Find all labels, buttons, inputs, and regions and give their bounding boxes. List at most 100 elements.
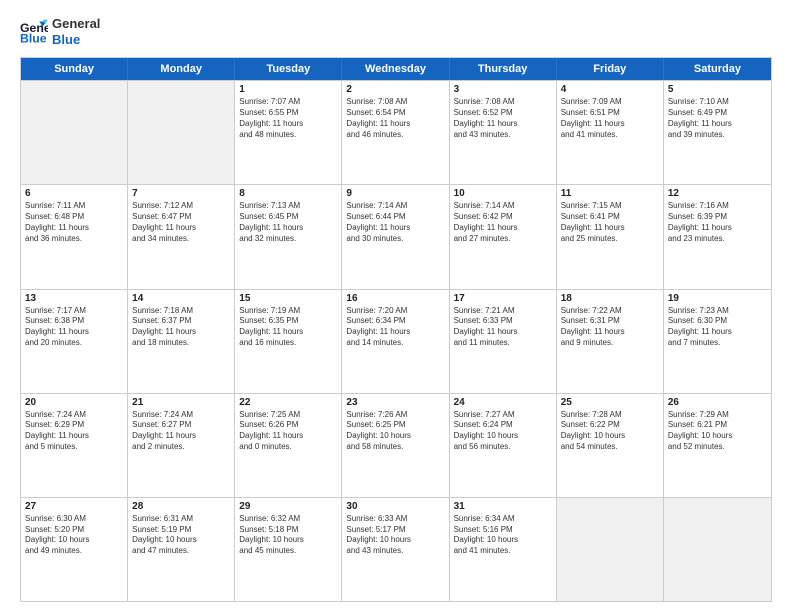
calendar-cell: 5 Sunrise: 7:10 AM Sunset: 6:49 PM Daylig… — [664, 81, 771, 184]
calendar-body: 1Sunrise: 7:07 AM Sunset: 6:55 PM Daylig… — [21, 80, 771, 601]
calendar-cell: 21 Sunrise: 7:24 AM Sunset: 6:27 PM Dayli… — [128, 394, 235, 497]
calendar-row-3: 20 Sunrise: 7:24 AM Sunset: 6:29 PM Dayli… — [21, 393, 771, 497]
day-number: 10 — [454, 188, 552, 199]
calendar-cell: 31 Sunrise: 6:34 AM Sunset: 5:16 PM Dayli… — [450, 498, 557, 601]
calendar-cell: 17 Sunrise: 7:21 AM Sunset: 6:33 PM Dayli… — [450, 290, 557, 393]
logo: General Blue General Blue — [20, 16, 100, 47]
weekday-header-sunday: Sunday — [21, 58, 128, 80]
calendar: SundayMondayTuesdayWednesdayThursdayFrid… — [20, 57, 772, 602]
day-number: 2 — [346, 84, 444, 95]
calendar-cell: 23 Sunrise: 7:26 AM Sunset: 6:25 PM Dayli… — [342, 394, 449, 497]
day-number: 1 — [239, 84, 337, 95]
calendar-cell — [21, 81, 128, 184]
day-number: 29 — [239, 501, 337, 512]
calendar-cell: 20 Sunrise: 7:24 AM Sunset: 6:29 PM Dayli… — [21, 394, 128, 497]
day-number: 30 — [346, 501, 444, 512]
calendar-cell: 27 Sunrise: 6:30 AM Sunset: 5:20 PM Dayli… — [21, 498, 128, 601]
calendar-cell: 22 Sunrise: 7:25 AM Sunset: 6:26 PM Dayli… — [235, 394, 342, 497]
day-number: 8 — [239, 188, 337, 199]
calendar-cell: 30Sunrise: 6:33 AM Sunset: 5:17 PM Dayli… — [342, 498, 449, 601]
day-info: Sunrise: 7:08 AM Sunset: 6:52 PM Dayligh… — [454, 97, 552, 140]
day-number: 28 — [132, 501, 230, 512]
day-info: Sunrise: 7:21 AM Sunset: 6:33 PM Dayligh… — [454, 306, 552, 349]
logo-text-general: General — [52, 16, 100, 32]
calendar-cell: 8 Sunrise: 7:13 AM Sunset: 6:45 PM Daylig… — [235, 185, 342, 288]
calendar-row-1: 6 Sunrise: 7:11 AM Sunset: 6:48 PM Daylig… — [21, 184, 771, 288]
weekday-header-tuesday: Tuesday — [235, 58, 342, 80]
day-info: Sunrise: 7:29 AM Sunset: 6:21 PM Dayligh… — [668, 410, 767, 453]
calendar-cell — [664, 498, 771, 601]
weekday-header-saturday: Saturday — [664, 58, 771, 80]
day-number: 24 — [454, 397, 552, 408]
calendar-cell: 10 Sunrise: 7:14 AM Sunset: 6:42 PM Dayli… — [450, 185, 557, 288]
weekday-header-monday: Monday — [128, 58, 235, 80]
day-number: 15 — [239, 293, 337, 304]
day-number: 11 — [561, 188, 659, 199]
calendar-cell: 2 Sunrise: 7:08 AM Sunset: 6:54 PM Daylig… — [342, 81, 449, 184]
day-info: Sunrise: 7:20 AM Sunset: 6:34 PM Dayligh… — [346, 306, 444, 349]
calendar-cell: 6 Sunrise: 7:11 AM Sunset: 6:48 PM Daylig… — [21, 185, 128, 288]
day-info: Sunrise: 7:24 AM Sunset: 6:27 PM Dayligh… — [132, 410, 230, 453]
logo-text-blue: Blue — [52, 32, 100, 48]
day-number: 26 — [668, 397, 767, 408]
day-info: Sunrise: 7:28 AM Sunset: 6:22 PM Dayligh… — [561, 410, 659, 453]
day-info: Sunrise: 7:08 AM Sunset: 6:54 PM Dayligh… — [346, 97, 444, 140]
day-number: 5 — [668, 84, 767, 95]
day-number: 21 — [132, 397, 230, 408]
calendar-cell: 14Sunrise: 7:18 AM Sunset: 6:37 PM Dayli… — [128, 290, 235, 393]
calendar-cell: 9 Sunrise: 7:14 AM Sunset: 6:44 PM Daylig… — [342, 185, 449, 288]
day-info: Sunrise: 7:14 AM Sunset: 6:42 PM Dayligh… — [454, 201, 552, 244]
day-number: 9 — [346, 188, 444, 199]
calendar-row-4: 27 Sunrise: 6:30 AM Sunset: 5:20 PM Dayli… — [21, 497, 771, 601]
day-info: Sunrise: 7:15 AM Sunset: 6:41 PM Dayligh… — [561, 201, 659, 244]
day-info: Sunrise: 7:26 AM Sunset: 6:25 PM Dayligh… — [346, 410, 444, 453]
day-number: 3 — [454, 84, 552, 95]
day-info: Sunrise: 7:10 AM Sunset: 6:49 PM Dayligh… — [668, 97, 767, 140]
weekday-header-wednesday: Wednesday — [342, 58, 449, 80]
day-info: Sunrise: 7:17 AM Sunset: 6:38 PM Dayligh… — [25, 306, 123, 349]
day-number: 22 — [239, 397, 337, 408]
day-number: 14 — [132, 293, 230, 304]
logo-icon: General Blue — [20, 18, 48, 46]
calendar-cell: 3 Sunrise: 7:08 AM Sunset: 6:52 PM Daylig… — [450, 81, 557, 184]
day-info: Sunrise: 6:30 AM Sunset: 5:20 PM Dayligh… — [25, 514, 123, 557]
day-number: 23 — [346, 397, 444, 408]
day-info: Sunrise: 6:34 AM Sunset: 5:16 PM Dayligh… — [454, 514, 552, 557]
day-number: 27 — [25, 501, 123, 512]
day-info: Sunrise: 7:23 AM Sunset: 6:30 PM Dayligh… — [668, 306, 767, 349]
day-number: 13 — [25, 293, 123, 304]
weekday-header-thursday: Thursday — [450, 58, 557, 80]
day-info: Sunrise: 7:22 AM Sunset: 6:31 PM Dayligh… — [561, 306, 659, 349]
day-info: Sunrise: 7:25 AM Sunset: 6:26 PM Dayligh… — [239, 410, 337, 453]
svg-text:Blue: Blue — [20, 31, 47, 45]
calendar-cell: 1Sunrise: 7:07 AM Sunset: 6:55 PM Daylig… — [235, 81, 342, 184]
day-number: 20 — [25, 397, 123, 408]
calendar-cell: 28Sunrise: 6:31 AM Sunset: 5:19 PM Dayli… — [128, 498, 235, 601]
day-info: Sunrise: 7:11 AM Sunset: 6:48 PM Dayligh… — [25, 201, 123, 244]
day-number: 7 — [132, 188, 230, 199]
day-number: 17 — [454, 293, 552, 304]
day-number: 6 — [25, 188, 123, 199]
calendar-row-2: 13 Sunrise: 7:17 AM Sunset: 6:38 PM Dayli… — [21, 289, 771, 393]
weekday-header-friday: Friday — [557, 58, 664, 80]
day-info: Sunrise: 7:19 AM Sunset: 6:35 PM Dayligh… — [239, 306, 337, 349]
calendar-cell: 13 Sunrise: 7:17 AM Sunset: 6:38 PM Dayli… — [21, 290, 128, 393]
page: General Blue General Blue SundayMondayTu… — [0, 0, 792, 612]
day-number: 4 — [561, 84, 659, 95]
calendar-cell: 4Sunrise: 7:09 AM Sunset: 6:51 PM Daylig… — [557, 81, 664, 184]
day-number: 25 — [561, 397, 659, 408]
day-info: Sunrise: 7:27 AM Sunset: 6:24 PM Dayligh… — [454, 410, 552, 453]
day-info: Sunrise: 6:32 AM Sunset: 5:18 PM Dayligh… — [239, 514, 337, 557]
day-number: 18 — [561, 293, 659, 304]
day-info: Sunrise: 7:16 AM Sunset: 6:39 PM Dayligh… — [668, 201, 767, 244]
day-info: Sunrise: 7:13 AM Sunset: 6:45 PM Dayligh… — [239, 201, 337, 244]
day-info: Sunrise: 7:12 AM Sunset: 6:47 PM Dayligh… — [132, 201, 230, 244]
calendar-cell: 25 Sunrise: 7:28 AM Sunset: 6:22 PM Dayli… — [557, 394, 664, 497]
day-info: Sunrise: 7:24 AM Sunset: 6:29 PM Dayligh… — [25, 410, 123, 453]
day-info: Sunrise: 7:14 AM Sunset: 6:44 PM Dayligh… — [346, 201, 444, 244]
day-number: 31 — [454, 501, 552, 512]
header: General Blue General Blue — [20, 16, 772, 47]
calendar-cell — [128, 81, 235, 184]
calendar-cell: 24 Sunrise: 7:27 AM Sunset: 6:24 PM Dayli… — [450, 394, 557, 497]
calendar-cell: 16Sunrise: 7:20 AM Sunset: 6:34 PM Dayli… — [342, 290, 449, 393]
